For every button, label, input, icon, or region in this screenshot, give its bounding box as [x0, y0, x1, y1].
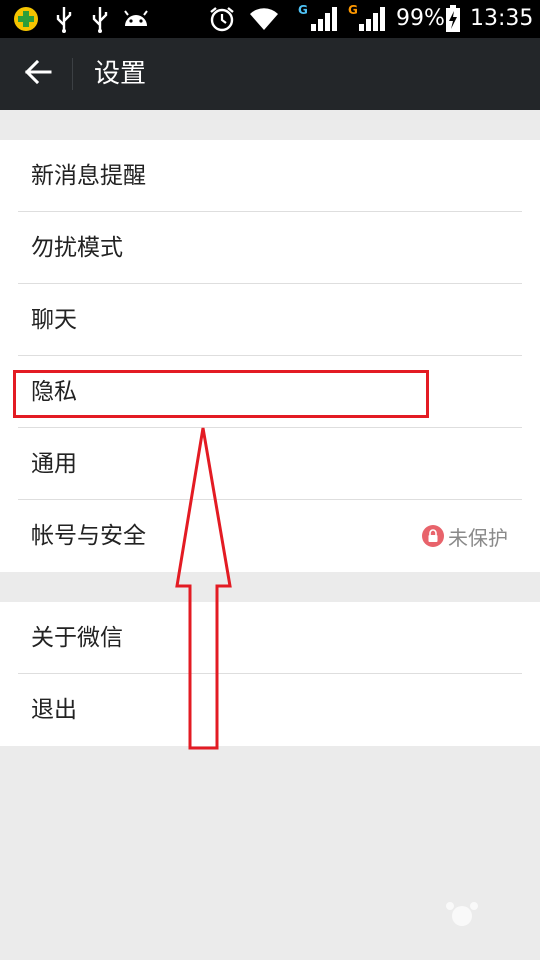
arrow-left-icon [24, 58, 52, 90]
settings-group-secondary: 关于微信 退出 [0, 602, 540, 746]
annotation-highlight-box [13, 370, 429, 418]
settings-item-label: 通用 [31, 451, 77, 477]
usb-icon [90, 4, 110, 34]
settings-item-label: 聊天 [31, 307, 77, 333]
settings-item-label: 勿扰模式 [31, 235, 123, 261]
account-protection-status: 未保护 [422, 500, 508, 572]
lock-icon [422, 525, 444, 547]
clock: 13:35 [470, 6, 534, 31]
settings-item-logout[interactable]: 退出 [0, 674, 540, 746]
shield-plus-icon [12, 4, 40, 34]
settings-item-do-not-disturb[interactable]: 勿扰模式 [0, 212, 540, 284]
page-title: 设置 [94, 59, 147, 89]
usb-icon [54, 4, 74, 34]
toolbar-divider [72, 58, 73, 90]
settings-item-label: 新消息提醒 [31, 163, 146, 189]
settings-item-chat[interactable]: 聊天 [0, 284, 540, 356]
battery-percent: 99% [396, 6, 445, 31]
network-type-label: G [298, 3, 308, 17]
android-icon [122, 4, 150, 34]
signal-icon [310, 4, 338, 34]
settings-item-label: 帐号与安全 [31, 523, 146, 549]
top-toolbar: 设置 [0, 38, 540, 110]
back-button[interactable] [10, 46, 66, 102]
settings-item-general[interactable]: 通用 [0, 428, 540, 500]
status-bar: G G 99% 13:35 [0, 0, 540, 38]
network-type-label: G [348, 3, 358, 17]
watermark-logo [412, 898, 512, 940]
settings-item-label: 关于微信 [31, 625, 123, 651]
battery-charging-icon [445, 4, 461, 34]
settings-item-about[interactable]: 关于微信 [0, 602, 540, 674]
status-badge: 未保护 [448, 525, 508, 550]
settings-item-notifications[interactable]: 新消息提醒 [0, 140, 540, 212]
wifi-icon [248, 4, 280, 34]
alarm-icon [208, 4, 236, 34]
settings-item-account-security[interactable]: 帐号与安全 未保护 [0, 500, 540, 572]
settings-group-main: 新消息提醒 勿扰模式 聊天 隐私 通用 帐号与安全 未保护 [0, 140, 540, 572]
settings-item-label: 退出 [31, 697, 77, 723]
signal-icon [358, 4, 386, 34]
